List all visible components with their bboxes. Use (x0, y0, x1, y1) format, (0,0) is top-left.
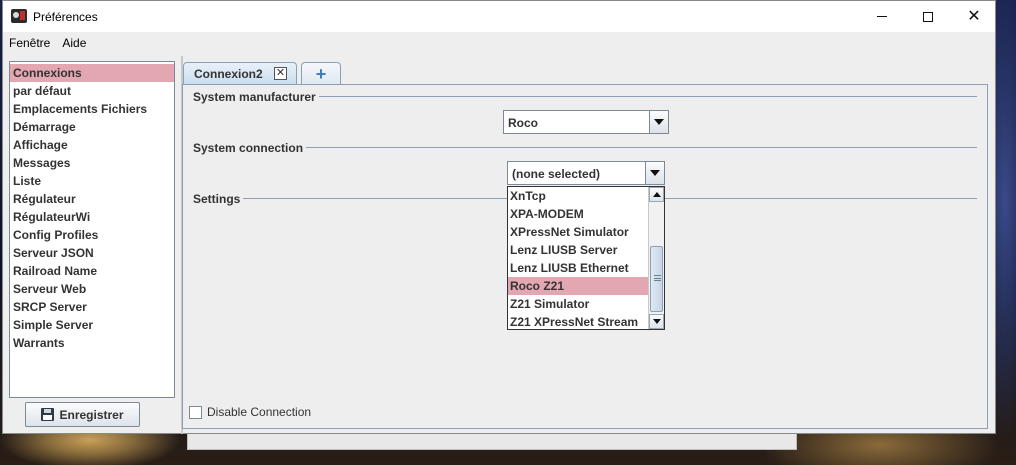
title-bar[interactable]: Préférences ✕ (3, 1, 995, 32)
section-line-connection (193, 147, 977, 148)
window-title: Préférences (33, 10, 98, 24)
app-icon (11, 9, 27, 23)
sidebar-item[interactable]: Messages (10, 154, 174, 172)
disable-connection-checkbox[interactable] (189, 405, 202, 419)
floppy-disk-icon (41, 408, 55, 421)
connection-select[interactable]: (none selected) (507, 161, 665, 185)
maximize-icon (923, 11, 933, 22)
preferences-category-list: Connexions par défaut Emplacements Fichier… (9, 61, 175, 398)
close-tab-icon[interactable]: ✕ (274, 67, 287, 80)
dropdown-arrow-icon[interactable] (649, 111, 668, 133)
background-window-edge (187, 434, 797, 450)
sidebar-item[interactable]: Emplacements Fichiers (10, 100, 174, 118)
plus-icon: + (315, 64, 327, 84)
dropdown-option[interactable]: XPA-MODEM (508, 205, 648, 223)
save-button[interactable]: Enregistrer (25, 402, 140, 427)
sidebar-item[interactable]: par défaut (10, 82, 174, 100)
disable-connection-label[interactable]: Disable Connection (207, 405, 311, 419)
dropdown-option[interactable]: Lenz LIUSB Ethernet (508, 259, 648, 277)
sidebar-item[interactable]: Serveur Web (10, 280, 174, 298)
grip-icon (654, 275, 661, 281)
sidebar-item[interactable]: Liste (10, 172, 174, 190)
connection-select-value: (none selected) (512, 167, 601, 181)
tab-label: Connexion2 (194, 67, 263, 81)
dropdown-option[interactable]: XPressNet Simulator (508, 223, 648, 241)
sidebar-item[interactable]: RégulateurWi (10, 208, 174, 226)
dropdown-option[interactable]: Z21 Simulator (508, 295, 648, 313)
close-icon: ✕ (967, 7, 981, 25)
sidebar-item[interactable]: SRCP Server (10, 298, 174, 316)
dropdown-scrollbar[interactable] (648, 187, 664, 329)
manufacturer-select-value: Roco (508, 116, 538, 130)
sidebar-item[interactable]: Railroad Name (10, 262, 174, 280)
manufacturer-select[interactable]: Roco (503, 110, 669, 134)
minimize-button[interactable] (859, 1, 905, 32)
sidebar-item[interactable]: Régulateur (10, 190, 174, 208)
connection-section-title: System connection (193, 141, 307, 155)
sidebar-item[interactable]: Démarrage (10, 118, 174, 136)
settings-section-title: Settings (193, 192, 244, 206)
sidebar-item[interactable]: Simple Server (10, 316, 174, 334)
menu-fenetre[interactable]: Fenêtre (3, 32, 56, 54)
scrollbar-thumb[interactable] (650, 246, 663, 312)
minimize-icon (877, 16, 887, 17)
manufacturer-section-title: System manufacturer (193, 90, 319, 104)
tab-connexion2[interactable]: Connexion2 ✕ (183, 62, 297, 85)
scroll-up-button[interactable] (649, 187, 664, 202)
scroll-down-button[interactable] (649, 314, 664, 329)
sidebar-item[interactable]: Warrants (10, 334, 174, 352)
chevron-up-icon (652, 192, 661, 197)
sidebar-item[interactable]: Connexions (10, 64, 174, 82)
dropdown-option[interactable]: XnTcp (508, 187, 648, 205)
chevron-down-icon (652, 319, 661, 324)
dropdown-option[interactable]: Lenz LIUSB Server (508, 241, 648, 259)
sidebar-item[interactable]: Serveur JSON (10, 244, 174, 262)
save-button-label: Enregistrer (59, 407, 124, 422)
sidebar-item[interactable]: Affichage (10, 136, 174, 154)
connection-dropdown-list: XnTcp XPA-MODEM XPressNet Simulator Lenz LI… (507, 186, 665, 330)
close-button[interactable]: ✕ (951, 1, 997, 32)
maximize-button[interactable] (905, 1, 951, 32)
disable-connection-row: Disable Connection (189, 405, 311, 419)
dropdown-option[interactable]: Roco Z21 (508, 277, 648, 295)
add-connection-tab[interactable]: + (301, 62, 341, 85)
menu-bar: Fenêtre Aide (3, 32, 995, 54)
dropdown-arrow-icon[interactable] (645, 162, 664, 184)
sidebar-item[interactable]: Config Profiles (10, 226, 174, 244)
menu-aide[interactable]: Aide (56, 32, 92, 54)
dropdown-option[interactable]: Z21 XPressNet Stream (508, 313, 648, 331)
